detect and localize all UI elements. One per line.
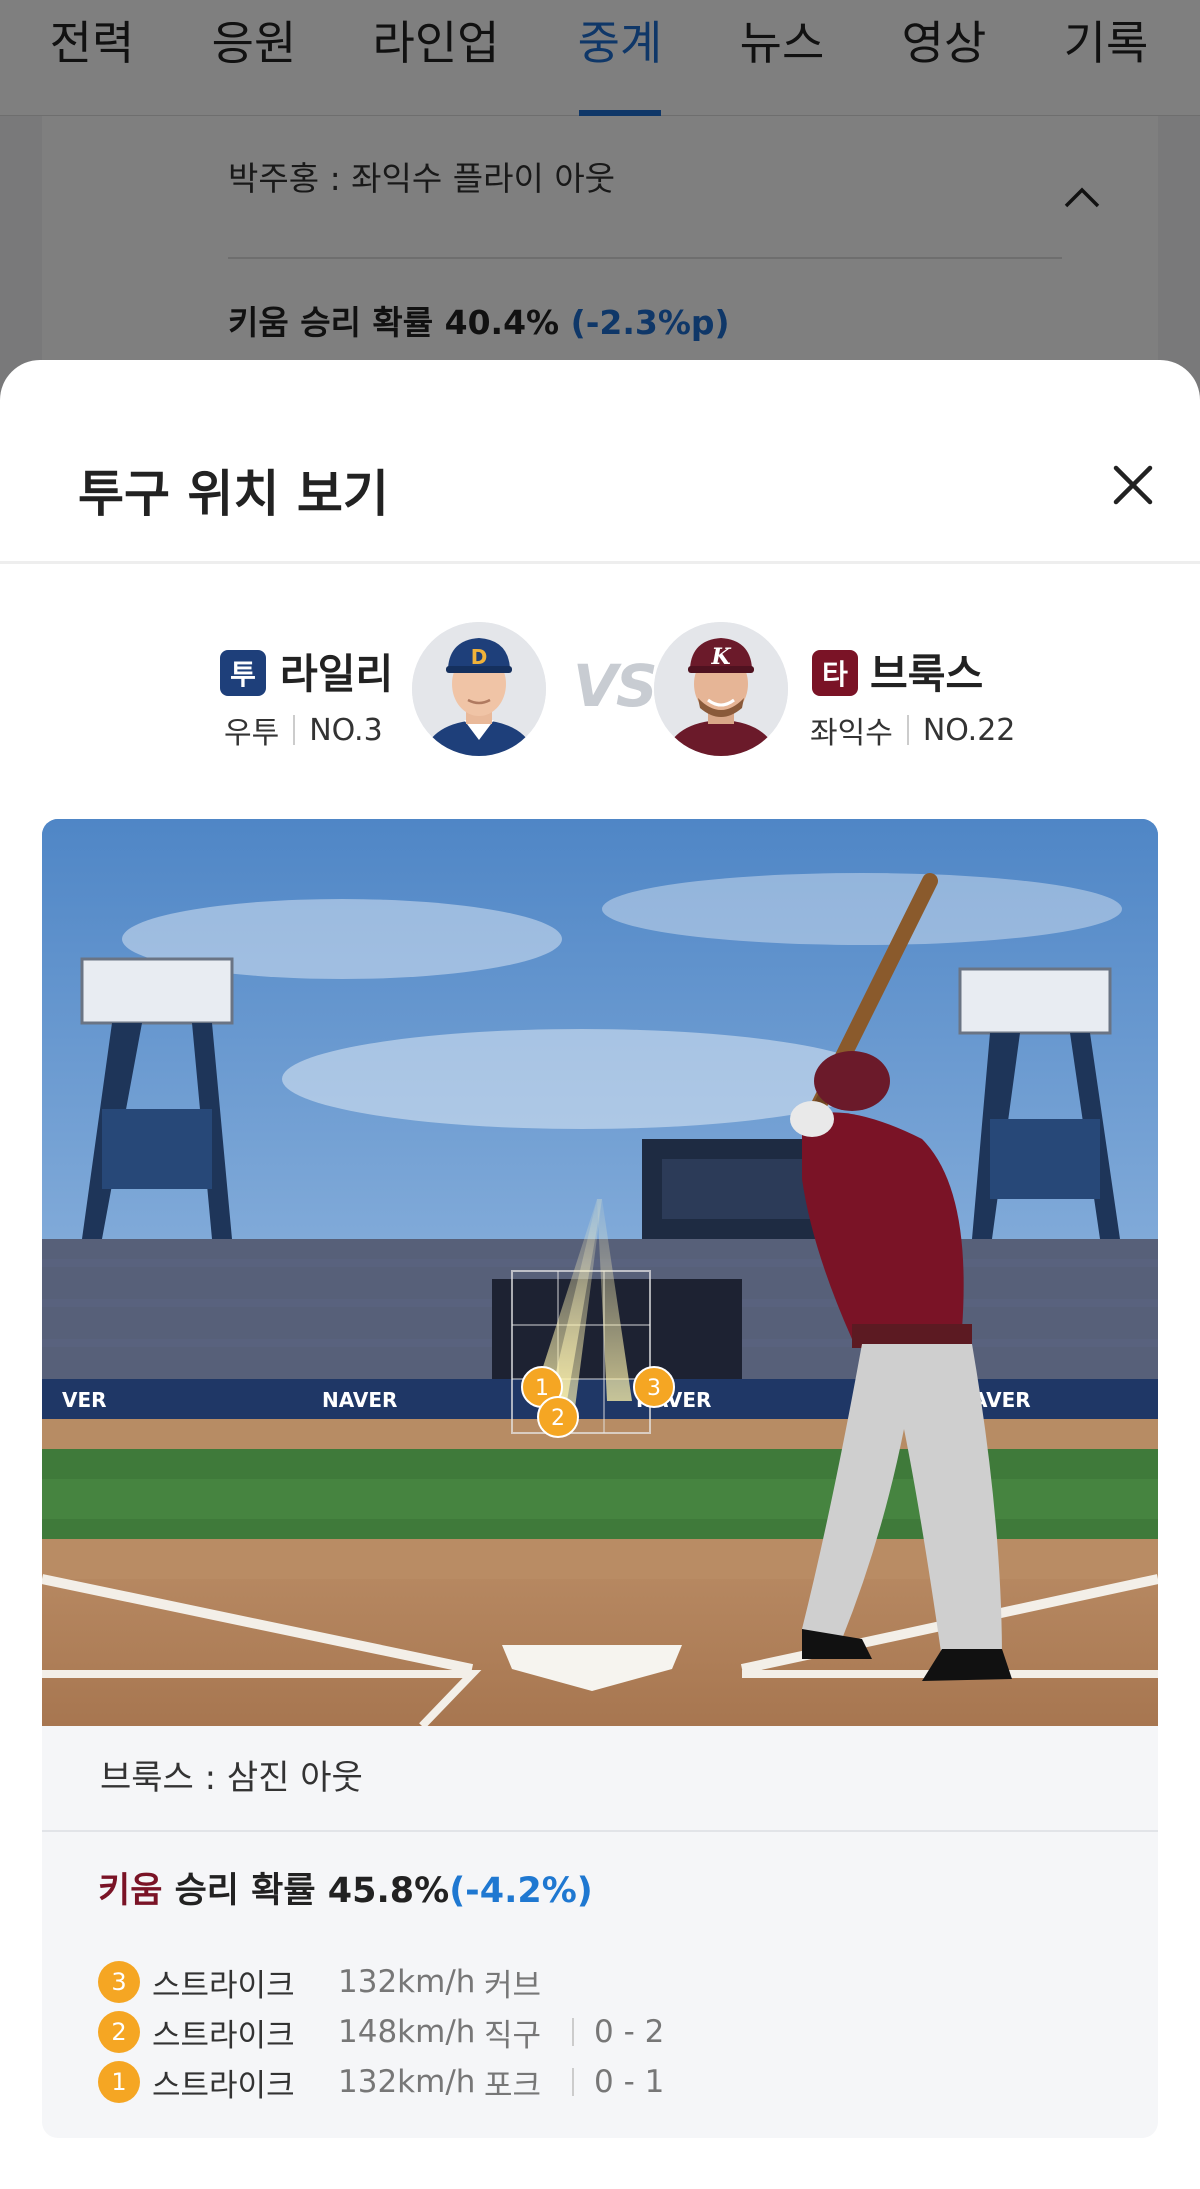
pitcher-hand: 우투 [224, 716, 280, 751]
pitch-marker-3[interactable]: 3 [633, 1366, 675, 1408]
pitch-number-badge: 1 [98, 2061, 140, 2103]
pitch-row-3: 3 스트라이크 132km/h 커브 [98, 1960, 564, 2004]
sheet-title: 투구 위치 보기 [78, 465, 389, 523]
pitch-row-2: 2 스트라이크 148km/h 직구 0 - 2 [98, 2010, 664, 2054]
svg-text:K: K [710, 644, 731, 670]
pitcher-name[interactable]: 라일리 [280, 640, 393, 700]
pitch-speed: 132km/h [338, 2064, 476, 2100]
batter-number: NO.22 [922, 712, 1016, 748]
pitch-kind: 직구 [484, 2017, 542, 2054]
pitch-row-1: 1 스트라이크 132km/h 포크 0 - 1 [98, 2060, 664, 2104]
pitch-speed: 148km/h [338, 2014, 476, 2050]
win-prob-team: 키움 [98, 1871, 163, 1911]
sheet-header: 투구 위치 보기 [0, 360, 1200, 564]
svg-text:1: 1 [535, 1376, 549, 1401]
ad-text: VER [62, 1388, 107, 1412]
pitcher-batter-matchup: 투 라일리 우투 NO.3 D VS K 타 브룩스 좌익수 NO.22 [0, 622, 1200, 772]
pitch-location-sheet: 투구 위치 보기 투 라일리 우투 NO.3 D VS K 타 브룩스 좌익수 … [0, 360, 1200, 2189]
svg-text:3: 3 [647, 1376, 661, 1401]
pitch-count: 0 - 2 [594, 2014, 665, 2050]
batter-info: 좌익수 NO.22 [810, 708, 1015, 752]
win-probability: 키움 승리 확률 45.8%(-4.2%) [98, 1862, 593, 1913]
batter-badge: 타 [812, 650, 858, 696]
at-bat-result-text: 브룩스 : 삼진 아웃 [100, 1758, 363, 1798]
batter-name[interactable]: 브룩스 [870, 640, 983, 700]
pitch-result: 스트라이크 [152, 1967, 295, 2004]
pitch-number-badge: 2 [98, 2011, 140, 2053]
win-prob-text: 승리 확률 45.8% [162, 1871, 450, 1911]
pitch-separator [572, 2018, 574, 2046]
info-separator [293, 715, 296, 745]
ad-text: NAVER [322, 1388, 397, 1412]
pitch-kind: 커브 [484, 1967, 542, 2004]
pitch-count: 0 - 1 [594, 2064, 665, 2100]
pitch-number-badge: 3 [98, 1961, 140, 2003]
pitch-speed: 132km/h [338, 1964, 476, 2000]
batter-position: 좌익수 [810, 716, 893, 751]
pitcher-number: NO.3 [309, 712, 383, 748]
at-bat-result-panel: 브룩스 : 삼진 아웃 키움 승리 확률 45.8%(-4.2%) 3 스트라이… [42, 1726, 1158, 2138]
win-prob-delta: (-4.2%) [449, 1871, 593, 1911]
pitcher-avatar[interactable]: D [412, 622, 546, 756]
pitcher-info: 우투 NO.3 [224, 708, 383, 752]
pitch-result: 스트라이크 [152, 2017, 295, 2054]
close-icon[interactable] [1100, 452, 1166, 518]
batter-avatar[interactable]: K [654, 622, 788, 756]
pitch-kind: 포크 [484, 2067, 542, 2104]
svg-text:2: 2 [551, 1406, 565, 1431]
pitch-separator [572, 2068, 574, 2096]
svg-text:D: D [471, 645, 488, 669]
result-divider [42, 1830, 1158, 1832]
vs-label: VS [573, 652, 658, 720]
pitch-marker-2[interactable]: 2 [537, 1396, 579, 1438]
pitcher-badge: 투 [220, 650, 266, 696]
pitch-result: 스트라이크 [152, 2067, 295, 2104]
info-separator [906, 715, 909, 745]
pitch-location-field-view: VER NAVER NAVER AVER 1 2 3 [42, 819, 1158, 1726]
